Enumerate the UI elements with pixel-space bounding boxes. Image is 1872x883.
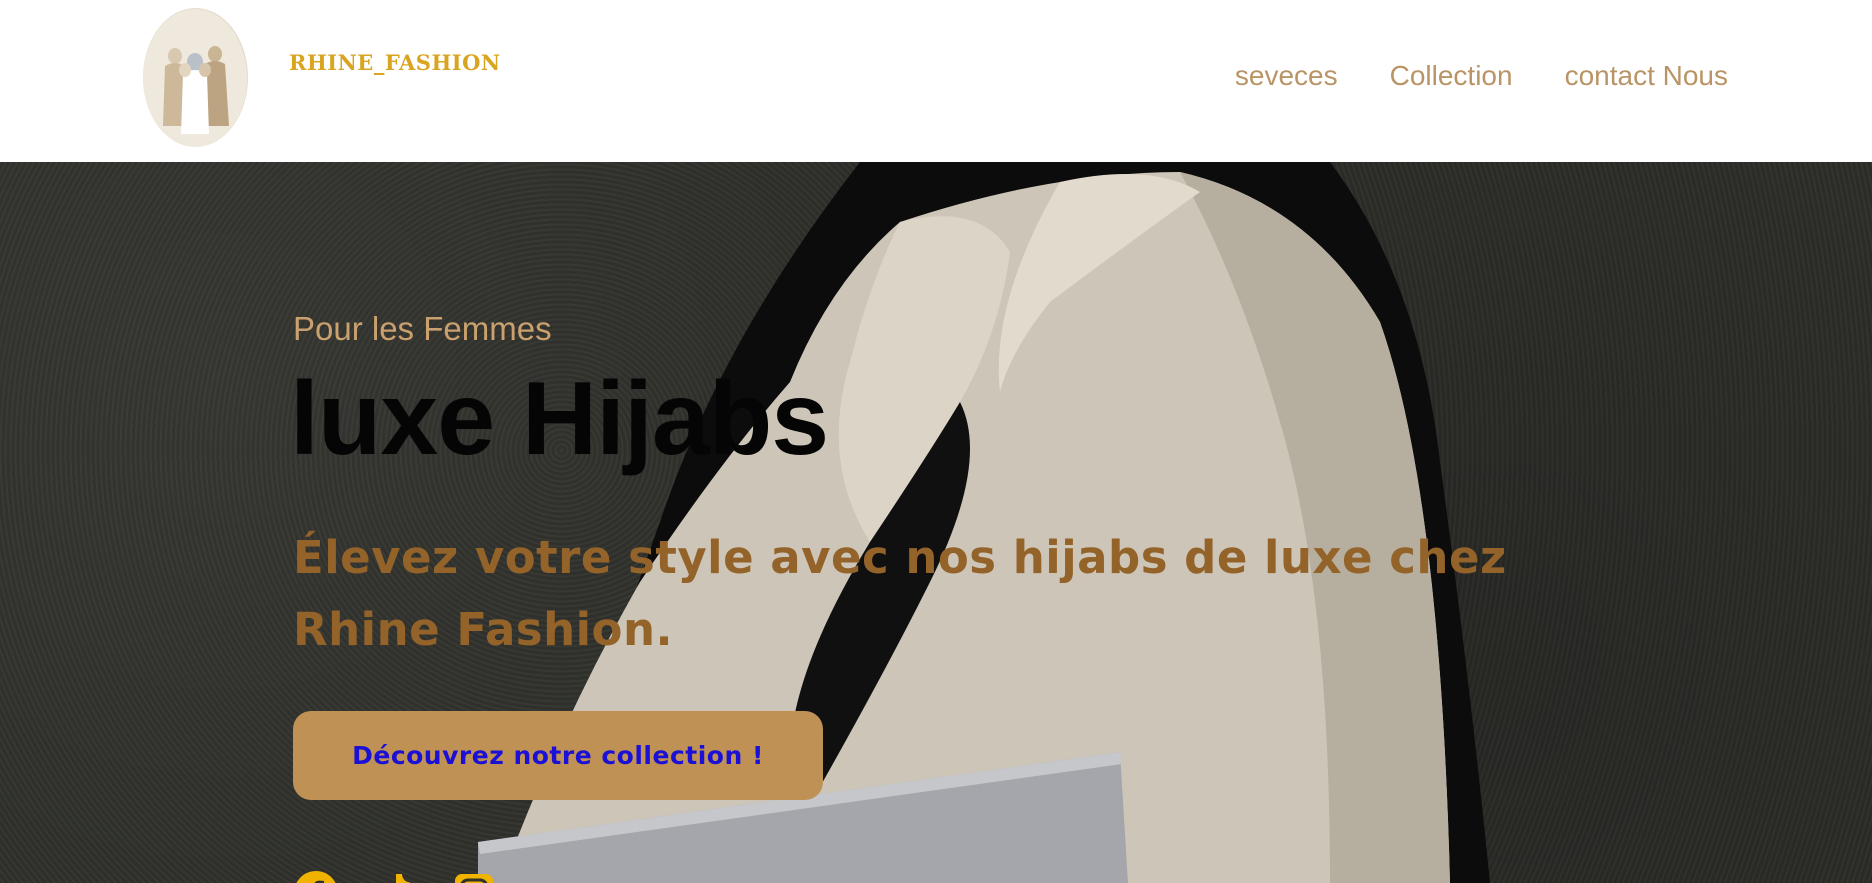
facebook-icon[interactable] bbox=[293, 870, 339, 883]
nav-item-services[interactable]: seveces bbox=[1235, 60, 1338, 92]
hero-subtitle: Élevez votre style avec nos hijabs de lu… bbox=[293, 531, 1507, 656]
hero-section: Pour les Femmes luxe Hijabs Élevez votre… bbox=[0, 162, 1872, 883]
social-links bbox=[293, 870, 497, 883]
site-header: RHINE_FASHION seveces Collection contact… bbox=[0, 0, 1872, 162]
logo-photo-icon bbox=[143, 9, 247, 147]
hero-title: luxe Hijabs bbox=[290, 361, 829, 477]
nav-item-collection[interactable]: Collection bbox=[1390, 60, 1513, 92]
discover-collection-button[interactable]: Découvrez notre collection ! bbox=[293, 711, 823, 800]
hero-kicker: Pour les Femmes bbox=[293, 310, 552, 347]
instagram-icon[interactable] bbox=[451, 870, 497, 883]
tiktok-icon[interactable] bbox=[372, 870, 418, 883]
brand-logo[interactable] bbox=[143, 8, 248, 147]
brand-name[interactable]: RHINE_FASHION bbox=[289, 50, 501, 75]
main-nav: seveces Collection contact Nous bbox=[1235, 60, 1728, 92]
nav-item-contact[interactable]: contact Nous bbox=[1565, 60, 1728, 92]
